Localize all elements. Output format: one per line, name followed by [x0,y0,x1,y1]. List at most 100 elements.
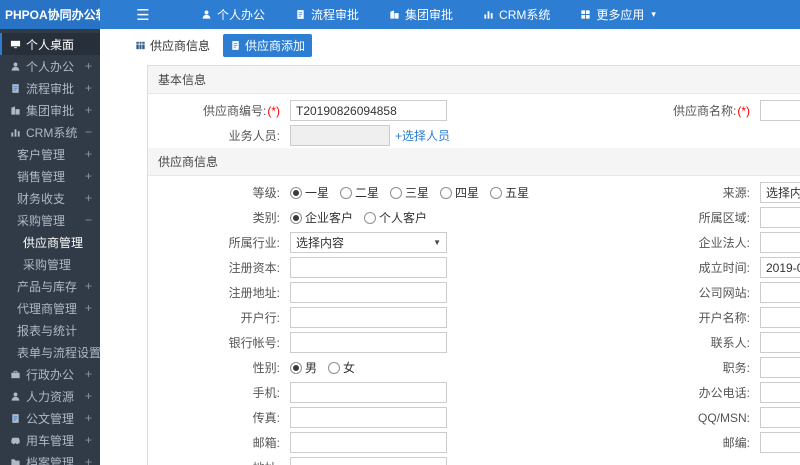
field [290,332,600,353]
sidebar-item[interactable]: 财务收支 + [0,187,100,209]
nav-item-label: 个人办公 [217,8,266,22]
sidebar-item[interactable]: 销售管理 + [0,165,100,187]
field-label: 传真: [148,409,290,426]
sidebar-item-label: 报表与统计 [17,323,78,338]
sidebar-item[interactable]: 代理商管理 + [0,297,100,319]
radio-option[interactable]: 五星 [490,184,529,201]
sidebar-item[interactable]: 集团审批 + [0,99,100,121]
radio-label: 个人客户 [379,211,428,225]
expand-plus-icon: + [84,389,92,403]
doc-icon [230,40,241,51]
field-label-text: 手机: [252,386,280,400]
section-title: 供应商信息 [158,155,219,169]
nav-item[interactable]: 个人办公 [186,0,280,29]
sidebar-item[interactable]: 个人办公 + [0,55,100,77]
field-label-text: 成立时间: [698,261,750,275]
user-icon [201,9,212,20]
nav-item[interactable]: 流程审批 [280,0,374,29]
text-input[interactable] [290,100,447,121]
sidebar-item[interactable]: 客户管理 + [0,143,100,165]
text-input[interactable] [760,432,800,453]
text-input[interactable] [290,407,447,428]
radio-option[interactable]: 女 [328,359,355,376]
expand-plus-icon: + [84,455,92,465]
text-input[interactable] [760,382,800,403]
sidebar-item[interactable]: 表单与流程设置+ [0,341,100,363]
radio-option[interactable]: 三星 [390,184,429,201]
text-input[interactable] [760,232,800,253]
sidebar-item[interactable]: 档案管理 + [0,451,100,465]
field-label: 类别: [148,209,290,226]
text-input[interactable] [290,257,447,278]
radio-icon [390,186,403,199]
field [290,257,600,278]
text-input[interactable] [290,432,447,453]
text-input[interactable] [290,382,447,403]
nav-item[interactable]: 集团审批 [374,0,468,29]
radio-label: 四星 [455,186,480,200]
sidebar-item[interactable]: 流程审批 + [0,77,100,99]
radio-option[interactable]: 个人客户 [364,209,427,226]
sidebar-item[interactable]: 行政办公 + [0,363,100,385]
chart-icon [10,127,21,138]
sidebar-item[interactable]: 采购管理 − [0,209,100,231]
text-input[interactable] [760,207,800,228]
nav-item[interactable]: CRM系统 [468,0,565,29]
field: 选择内容▼ [290,232,600,253]
sidebar-item[interactable]: 供应商管理 [0,231,100,253]
radio-icon [290,211,302,224]
text-input[interactable] [290,307,447,328]
field-label-text: 联系人: [710,336,750,350]
text-input[interactable] [760,357,800,378]
sidebar-item[interactable]: 产品与库存 + [0,275,100,297]
sidebar-item[interactable]: 用车管理 + [0,429,100,451]
field-label-text: 来源: [722,186,750,200]
menu-icon[interactable]: ☰ [128,6,158,24]
required-mark: (*) [737,104,750,118]
field-label: 办公电话: [600,384,760,401]
sidebar-item[interactable]: 公文管理 + [0,407,100,429]
field [760,307,800,328]
radio-option[interactable]: 二星 [340,184,379,201]
field-label: 职务: [600,359,760,376]
tab-0[interactable]: 供应商信息 [128,34,217,57]
text-input[interactable] [760,307,800,328]
text-input[interactable] [760,100,800,121]
staff-input[interactable] [290,125,390,146]
field-label-text: 业务人员: [228,129,280,143]
field-label-text: 传真: [252,411,280,425]
text-input[interactable] [290,332,447,353]
form-row: 类别: 企业客户 个人客户 所属区域: [148,205,800,230]
choose-person-link[interactable]: +选择人员 [395,127,450,144]
radio-option[interactable]: 企业客户 [290,209,353,226]
sidebar-item[interactable]: CRM系统 − [0,121,100,143]
field [760,382,800,403]
sidebar-item-label: 财务收支 [17,191,66,206]
tab-1[interactable]: 供应商添加 [223,33,313,57]
sidebar-item[interactable]: 报表与统计 [0,319,100,341]
text-input[interactable] [290,457,447,465]
select-dropdown[interactable]: 选择内容▼ [290,232,447,253]
radio-option[interactable]: 一星 [290,184,329,201]
select-dropdown[interactable]: 选择内容▼ [760,182,800,203]
field: 选择内容▼ [760,182,800,203]
radio-option[interactable]: 男 [290,359,317,376]
desktop-icon [10,39,21,50]
select-value: 选择内容 [766,186,800,200]
text-input[interactable] [760,407,800,428]
nav-item[interactable]: 更多应用 ▾ [565,0,671,29]
sidebar-item[interactable]: 人力资源 + [0,385,100,407]
text-input[interactable] [760,282,800,303]
radio-option[interactable]: 四星 [440,184,479,201]
text-input[interactable] [290,282,447,303]
sidebar-item[interactable]: 采购管理 [0,253,100,275]
radio-label: 男 [305,361,318,375]
sidebar-item[interactable]: 个人桌面 [0,33,100,55]
radio-icon [290,361,302,374]
text-input[interactable] [760,332,800,353]
text-input[interactable] [760,257,800,278]
radio-icon [364,211,377,224]
form-panel: 基本信息供应商编号:(*)供应商名称:(*)业务人员:+选择人员供应商信息等级:… [147,65,800,465]
chart-icon [483,9,494,20]
sidebar-item-label: 采购管理 [23,257,72,272]
